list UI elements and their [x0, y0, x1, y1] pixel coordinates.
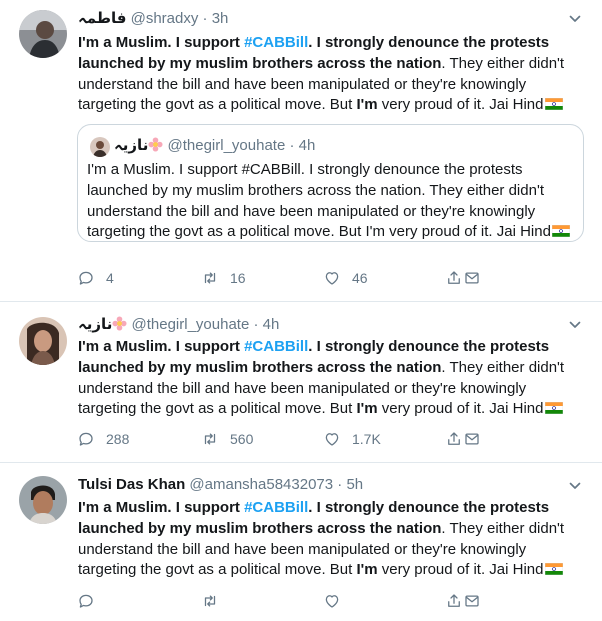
retweet-icon [201, 430, 219, 448]
text-segment: launched by my muslim brothers across th… [78, 54, 442, 72]
text-segment: . I strongly denounce the protests [308, 499, 550, 516]
like-count: 46 [352, 270, 368, 286]
retweet-button[interactable]: 16 [201, 268, 246, 288]
text-segment: . I strongly denounce the protests [308, 338, 550, 355]
text-segment: I'm [356, 96, 378, 114]
avatar[interactable] [19, 317, 67, 365]
tweet[interactable]: نازیہ @thegirl_youhate · 4h I'm a Muslim… [0, 302, 602, 463]
retweet-icon [201, 592, 219, 610]
like-button[interactable]: 46 [323, 268, 368, 288]
tweet-actions: 288 560 1.7K [77, 429, 497, 449]
reply-icon [77, 592, 95, 610]
like-button[interactable]: 1.7K [323, 429, 381, 449]
dm-icon [463, 592, 481, 610]
retweet-count: 560 [230, 431, 254, 447]
text-segment: very proud of it. Jai Hind [377, 561, 544, 579]
share-button[interactable] [445, 429, 463, 449]
quoted-tweet[interactable]: نازیہ @thegirl_youhate · 4h I'm a Muslim… [77, 124, 584, 242]
display-name[interactable]: فاطمہ [78, 10, 126, 27]
india-flag-icon [552, 225, 570, 237]
india-flag-icon [545, 563, 563, 575]
tweet-text: I'm a Muslim. I support #CABBill. I stro… [78, 33, 586, 116]
share-button[interactable] [445, 591, 463, 611]
tweet-text: I'm a Muslim. I support #CABBill. I stro… [78, 337, 586, 420]
text-segment: launched by my muslim brothers across th… [78, 519, 442, 537]
text-segment: I'm [356, 561, 378, 579]
chevron-down-icon[interactable] [568, 318, 582, 332]
reply-icon [77, 269, 95, 287]
tweet-header: فاطمہ @shradxy · 3h [78, 9, 228, 27]
tweet-text: I'm a Muslim. I support #CABBill. I stro… [78, 498, 586, 581]
quoted-display-name: نازیہ [114, 137, 149, 154]
heart-icon [323, 430, 341, 448]
share-button[interactable] [445, 268, 463, 288]
flower-emoji-icon [112, 316, 127, 331]
dm-button[interactable] [463, 268, 481, 288]
like-button[interactable] [323, 591, 352, 611]
display-name[interactable]: Tulsi Das Khan [78, 476, 185, 493]
heart-icon [323, 269, 341, 287]
reply-count: 4 [106, 270, 114, 286]
quoted-timestamp: 4h [298, 137, 316, 154]
dm-icon [463, 269, 481, 287]
retweet-icon [201, 269, 219, 287]
share-icon [445, 269, 463, 287]
hashtag-link[interactable]: #CABBill [244, 34, 308, 51]
india-flag-icon [545, 98, 563, 110]
user-handle[interactable]: @shradxy [131, 10, 199, 27]
reply-count: 288 [106, 431, 130, 447]
separator-dot: · [337, 476, 343, 493]
display-name[interactable]: نازیہ [78, 316, 112, 333]
text-segment: . I strongly denounce the protests [308, 34, 550, 51]
avatar[interactable] [19, 476, 67, 524]
quoted-avatar [90, 137, 110, 157]
hashtag-link[interactable]: #CABBill [244, 338, 308, 355]
like-count: 1.7K [352, 431, 381, 447]
chevron-down-icon[interactable] [568, 479, 582, 493]
flower-emoji-icon [148, 137, 163, 152]
text-segment: I'm a Muslim. I support [78, 499, 245, 516]
separator-dot: · [289, 137, 295, 154]
share-icon [445, 430, 463, 448]
reply-button[interactable]: 4 [77, 268, 114, 288]
quoted-header: نازیہ @thegirl_youhate · 4h [114, 136, 315, 154]
quoted-text-content: I'm a Muslim. I support #CABBill. I stro… [87, 161, 551, 241]
retweet-count: 16 [230, 270, 246, 286]
dm-icon [463, 430, 481, 448]
separator-dot: · [253, 316, 259, 333]
reply-icon [77, 430, 95, 448]
share-icon [445, 592, 463, 610]
tweet[interactable]: فاطمہ @shradxy · 3h I'm a Muslim. I supp… [0, 0, 602, 302]
chevron-down-icon[interactable] [568, 12, 582, 26]
text-segment: very proud of it. Jai Hind [377, 400, 544, 418]
text-segment: I'm [356, 400, 378, 418]
text-segment: launched by my muslim brothers across th… [78, 358, 442, 376]
text-segment: I'm a Muslim. I support [78, 338, 245, 355]
heart-icon [323, 592, 341, 610]
reply-button[interactable]: 288 [77, 429, 129, 449]
dm-button[interactable] [463, 591, 481, 611]
text-segment: very proud of it. Jai Hind [377, 96, 544, 114]
timestamp[interactable]: 3h [212, 10, 229, 27]
hashtag-link[interactable]: #CABBill [244, 499, 308, 516]
timestamp[interactable]: 4h [263, 316, 280, 333]
tweet-header: نازیہ @thegirl_youhate · 4h [78, 315, 279, 333]
tweet-header: Tulsi Das Khan @amansha58432073 · 5h [78, 476, 363, 493]
india-flag-icon [545, 402, 563, 414]
tweet-actions [77, 591, 497, 611]
tweet-actions: 4 16 46 [77, 268, 497, 288]
reply-button[interactable] [77, 591, 106, 611]
quoted-user-handle: @thegirl_youhate [167, 137, 286, 154]
separator-dot: · [202, 10, 208, 27]
timestamp[interactable]: 5h [346, 476, 363, 493]
avatar[interactable] [19, 10, 67, 58]
tweet[interactable]: Tulsi Das Khan @amansha58432073 · 5h I'm… [0, 463, 602, 621]
user-handle[interactable]: @amansha58432073 [189, 476, 333, 493]
retweet-button[interactable]: 560 [201, 429, 253, 449]
quoted-text: I'm a Muslim. I support #CABBill. I stro… [87, 160, 577, 243]
dm-button[interactable] [463, 429, 481, 449]
retweet-button[interactable] [201, 591, 230, 611]
user-handle[interactable]: @thegirl_youhate [132, 316, 250, 333]
text-segment: I'm a Muslim. I support [78, 34, 245, 51]
